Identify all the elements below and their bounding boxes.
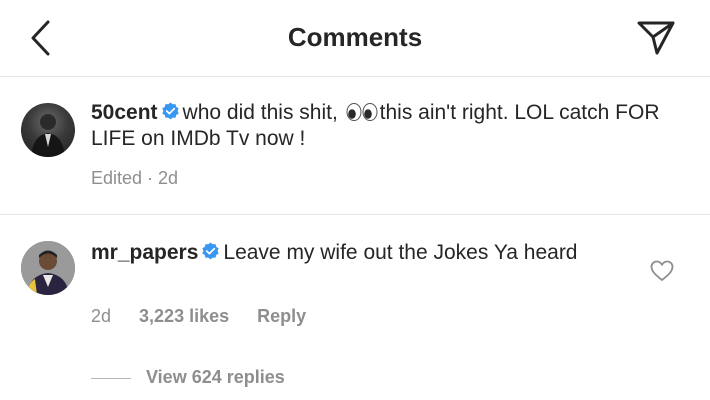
comment-meta: Edited · 2d	[91, 168, 179, 188]
comment-text: mr_papers Leave my wife out the Jokes Ya…	[91, 240, 631, 266]
verified-badge-icon	[202, 242, 220, 260]
eyes-emoji-icon	[346, 103, 378, 121]
comment-body: Leave my wife out the Jokes Ya heard	[223, 241, 578, 264]
user-photo-icon	[31, 114, 65, 157]
user-photo-icon	[21, 241, 75, 295]
share-button[interactable]	[636, 20, 676, 56]
comment-text: 50cent who did this shit, this ain't rig…	[91, 100, 691, 152]
paper-plane-icon	[637, 21, 675, 55]
avatar[interactable]	[21, 103, 75, 157]
comment-time: 2d	[91, 306, 112, 326]
comment-meta: 2d 3,223 likes Reply	[91, 306, 306, 327]
divider	[0, 214, 710, 215]
likes-count-link[interactable]: 3,223 likes	[139, 306, 229, 326]
comment-body-part: who did this shit,	[182, 101, 344, 124]
page-title: Comments	[287, 22, 423, 52]
reply-button[interactable]: Reply	[257, 306, 306, 326]
like-button[interactable]	[650, 260, 674, 282]
comment-username[interactable]: 50cent	[91, 101, 158, 124]
avatar[interactable]	[21, 241, 75, 295]
comments-header: Comments	[0, 0, 710, 77]
comment-username[interactable]: mr_papers	[91, 241, 198, 264]
heart-icon	[650, 260, 674, 281]
view-replies-label: View 624 replies	[146, 367, 285, 387]
replies-line-divider	[91, 378, 131, 379]
verified-badge-icon	[161, 102, 179, 120]
